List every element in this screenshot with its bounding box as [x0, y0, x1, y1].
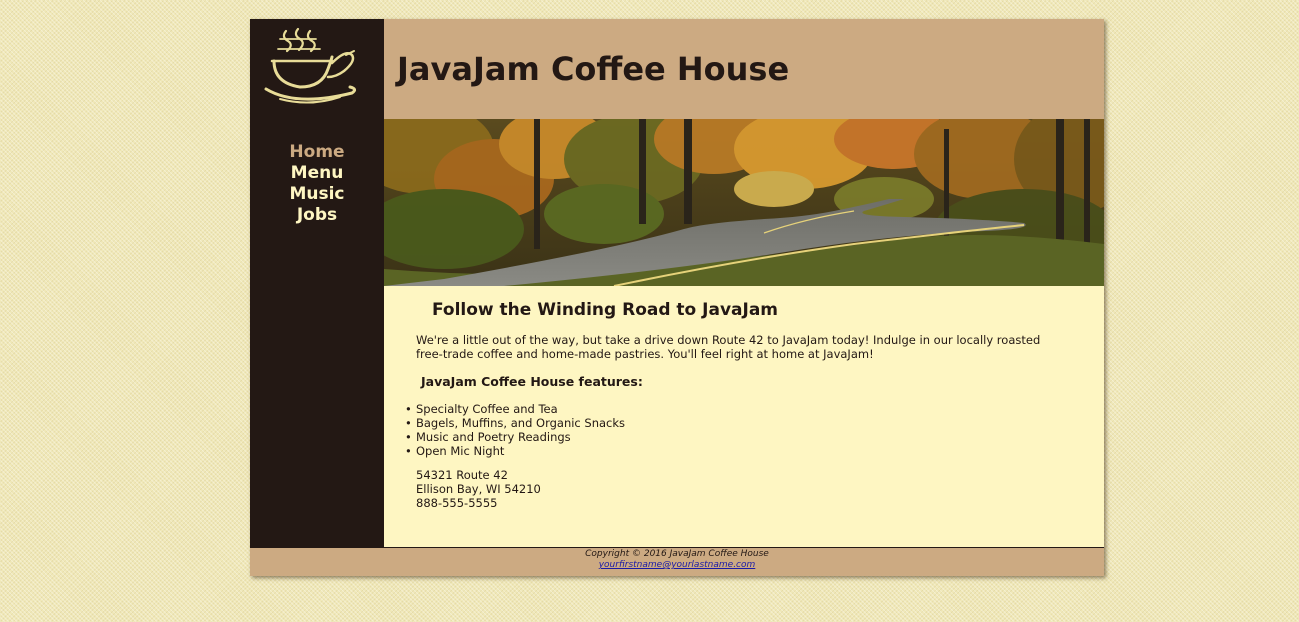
- page-wrapper: JavaJam Coffee House Home Menu Music Job…: [250, 19, 1104, 576]
- address-block: 54321 Route 42 Ellison Bay, WI 54210 888…: [416, 468, 541, 510]
- nav-music-link[interactable]: Music: [250, 184, 384, 205]
- nav-home-link[interactable]: Home: [250, 142, 384, 163]
- list-item: • Open Mic Night: [405, 444, 505, 458]
- logo: [250, 19, 384, 119]
- footer-email-link[interactable]: yourfirstname@yourlastname.com: [599, 560, 756, 570]
- phone-number: 888-555-5555: [416, 496, 498, 510]
- intro-paragraph: We're a little out of the way, but take …: [416, 333, 1041, 361]
- coffee-cup-icon: [264, 27, 357, 104]
- nav-jobs-link[interactable]: Jobs: [250, 205, 384, 226]
- winding-road-image: [384, 119, 1104, 286]
- list-item: • Music and Poetry Readings: [405, 430, 571, 444]
- site-header: JavaJam Coffee House: [384, 19, 1104, 119]
- features-list: • Specialty Coffee and Tea • Bagels, Muffi…: [405, 402, 625, 458]
- copyright-text: Copyright © 2016 JavaJam Coffee House: [585, 549, 769, 559]
- site-footer: Copyright © 2016 JavaJam Coffee House yo…: [250, 547, 1104, 576]
- address-line1: 54321 Route 42: [416, 468, 508, 482]
- list-item: • Bagels, Muffins, and Organic Snacks: [405, 416, 626, 430]
- nav-menu-link[interactable]: Menu: [250, 163, 384, 184]
- hero-image: [384, 119, 1104, 286]
- site-title: JavaJam Coffee House: [397, 50, 790, 88]
- list-item: • Specialty Coffee and Tea: [405, 402, 558, 416]
- address-line2: Ellison Bay, WI 54210: [416, 482, 541, 496]
- features-heading: JavaJam Coffee House features:: [421, 374, 643, 389]
- main-nav: Home Menu Music Jobs: [250, 142, 384, 226]
- main-content: Follow the Winding Road to JavaJam We're…: [384, 286, 1104, 547]
- content-heading: Follow the Winding Road to JavaJam: [432, 300, 779, 320]
